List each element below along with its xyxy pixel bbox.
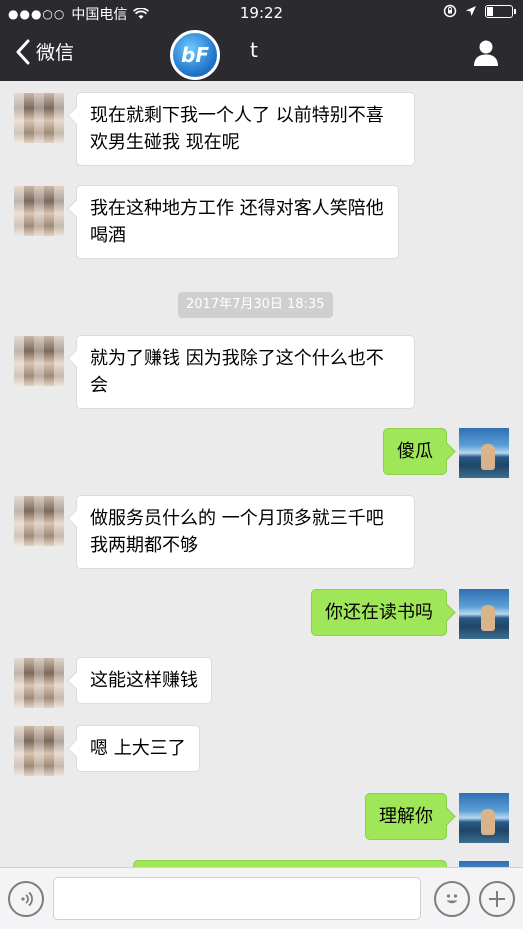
message-bubble[interactable]: 这能这样赚钱 xyxy=(76,657,212,704)
voice-button[interactable] xyxy=(8,881,44,917)
message-bubble[interactable]: 做服务员什么的 一个月顶多就三千吧 我两期都不够 xyxy=(76,495,415,569)
avatar[interactable] xyxy=(14,726,64,776)
avatar[interactable] xyxy=(14,336,64,386)
message-bubble[interactable]: 现在就剩下我一个人了 以前特别不喜欢男生碰我 现在呢 xyxy=(76,92,415,166)
nav-bar: 微信 bF t xyxy=(0,26,523,81)
chat-area[interactable]: 现在就剩下我一个人了 以前特别不喜欢男生碰我 现在呢 我在这种地方工作 还得对客… xyxy=(0,81,523,867)
avatar[interactable] xyxy=(14,93,64,143)
chat-title: t xyxy=(250,38,258,62)
status-bar: ●●●○○ 中国电信 19:22 xyxy=(0,0,523,26)
message-input[interactable] xyxy=(53,877,421,920)
emoji-icon xyxy=(446,894,458,904)
message-bubble[interactable]: 理解你 xyxy=(365,793,447,840)
rotation-lock-icon xyxy=(443,4,457,18)
emoji-button[interactable] xyxy=(434,881,470,917)
message-bubble[interactable]: 你还在读书吗 xyxy=(311,589,447,636)
person-icon[interactable] xyxy=(471,38,501,68)
app-logo: bF xyxy=(170,30,220,80)
battery-icon xyxy=(485,4,516,18)
timestamp: 2017年7月30日 18:35 xyxy=(178,292,333,318)
avatar[interactable] xyxy=(14,186,64,236)
message-bubble[interactable]: 就为了赚钱 因为我除了这个什么也不会 xyxy=(76,335,415,409)
back-label: 微信 xyxy=(36,42,75,64)
avatar[interactable] xyxy=(14,658,64,708)
top-bar: ●●●○○ 中国电信 19:22 微信 bF t xyxy=(0,0,523,81)
message-bubble[interactable]: 我在这种地方工作 还得对客人笑陪他喝酒 xyxy=(76,185,399,259)
message-bubble[interactable] xyxy=(133,860,447,867)
avatar[interactable] xyxy=(459,589,509,639)
message-bubble[interactable]: 嗯 上大三了 xyxy=(76,725,200,772)
avatar[interactable] xyxy=(14,496,64,546)
more-button[interactable] xyxy=(479,881,515,917)
message-bubble[interactable]: 傻瓜 xyxy=(383,428,447,475)
avatar[interactable] xyxy=(459,428,509,478)
voice-icon xyxy=(21,891,33,907)
back-button[interactable]: 微信 xyxy=(14,38,74,65)
plus-icon xyxy=(489,891,505,907)
avatar[interactable] xyxy=(459,793,509,843)
location-arrow-icon xyxy=(466,6,476,16)
chevron-left-icon xyxy=(16,39,30,64)
input-bar xyxy=(0,867,523,929)
